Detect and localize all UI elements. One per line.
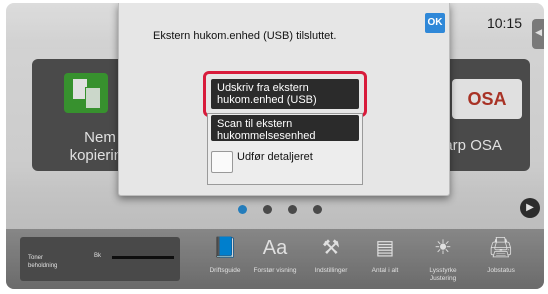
detailed-checkbox-label: Udfør detaljeret bbox=[237, 151, 313, 163]
dialog-title: Ekstern hukom.enhed (USB) tilsluttet. bbox=[153, 30, 337, 42]
usb-connected-dialog: Ekstern hukom.enhed (USB) tilsluttet. OK… bbox=[118, 3, 450, 196]
option-label-line2: hukommelsesenhed bbox=[217, 130, 316, 142]
detailed-checkbox[interactable] bbox=[211, 151, 233, 173]
touch-panel-screen: 10:15 ◀ Nem kopiering OSA harp OSA ▶ Ton… bbox=[6, 3, 544, 289]
option-label-line1: Scan til ekstern bbox=[217, 118, 293, 130]
option-label-line1: Udskriv fra ekstern bbox=[217, 82, 309, 94]
option-label-line2: hukom.enhed (USB) bbox=[217, 94, 317, 106]
ok-button[interactable]: OK bbox=[425, 13, 445, 33]
print-from-usb-button[interactable]: Udskriv fra ekstern hukom.enhed (USB) bbox=[211, 79, 359, 109]
scan-to-usb-button[interactable]: Scan til ekstern hukommelsesenhed bbox=[211, 115, 359, 142]
